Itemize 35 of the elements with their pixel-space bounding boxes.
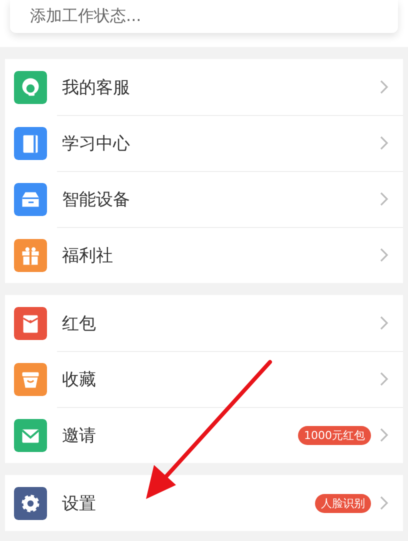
menu-item[interactable]: 收藏 bbox=[5, 351, 403, 407]
chevron-icon bbox=[379, 79, 389, 95]
menu-item[interactable]: 设置 人脸识别 bbox=[5, 475, 403, 531]
menu-label: 我的客服 bbox=[62, 76, 131, 98]
status-placeholder: 添加工作状态... bbox=[30, 7, 142, 25]
promo-badge: 1000元红包 bbox=[298, 426, 371, 444]
menu-label: 收藏 bbox=[62, 368, 97, 390]
chevron-icon bbox=[379, 135, 389, 151]
menu-item[interactable]: 学习中心 bbox=[5, 115, 403, 171]
chevron-icon bbox=[379, 427, 389, 443]
menu-label: 红包 bbox=[62, 312, 97, 334]
device-icon bbox=[14, 182, 47, 216]
menu-item[interactable]: 红包 bbox=[5, 295, 403, 351]
gift-icon bbox=[14, 238, 47, 272]
chevron-icon bbox=[379, 495, 389, 511]
settings-icon bbox=[14, 486, 47, 520]
basket-icon bbox=[14, 362, 47, 396]
menu-item[interactable]: 智能设备 bbox=[5, 171, 403, 227]
status-card[interactable]: 添加工作状态... bbox=[10, 0, 398, 33]
mail-icon bbox=[14, 418, 47, 452]
menu-label: 智能设备 bbox=[62, 188, 131, 210]
menu-label: 邀请 bbox=[62, 424, 97, 446]
menu-label: 福利社 bbox=[62, 244, 114, 266]
chevron-icon bbox=[379, 191, 389, 207]
menu-item[interactable]: 邀请 1000元红包 bbox=[5, 407, 403, 463]
menu-item[interactable]: 福利社 bbox=[5, 227, 403, 283]
menu-label: 学习中心 bbox=[62, 132, 131, 154]
chevron-icon bbox=[379, 247, 389, 263]
chevron-icon bbox=[379, 315, 389, 331]
menu-item[interactable]: 我的客服 bbox=[5, 59, 403, 115]
envelope-icon bbox=[14, 306, 47, 340]
promo-badge: 人脸识别 bbox=[315, 494, 371, 512]
chevron-icon bbox=[379, 371, 389, 387]
menu-label: 设置 bbox=[62, 492, 97, 514]
book-icon bbox=[14, 126, 47, 160]
